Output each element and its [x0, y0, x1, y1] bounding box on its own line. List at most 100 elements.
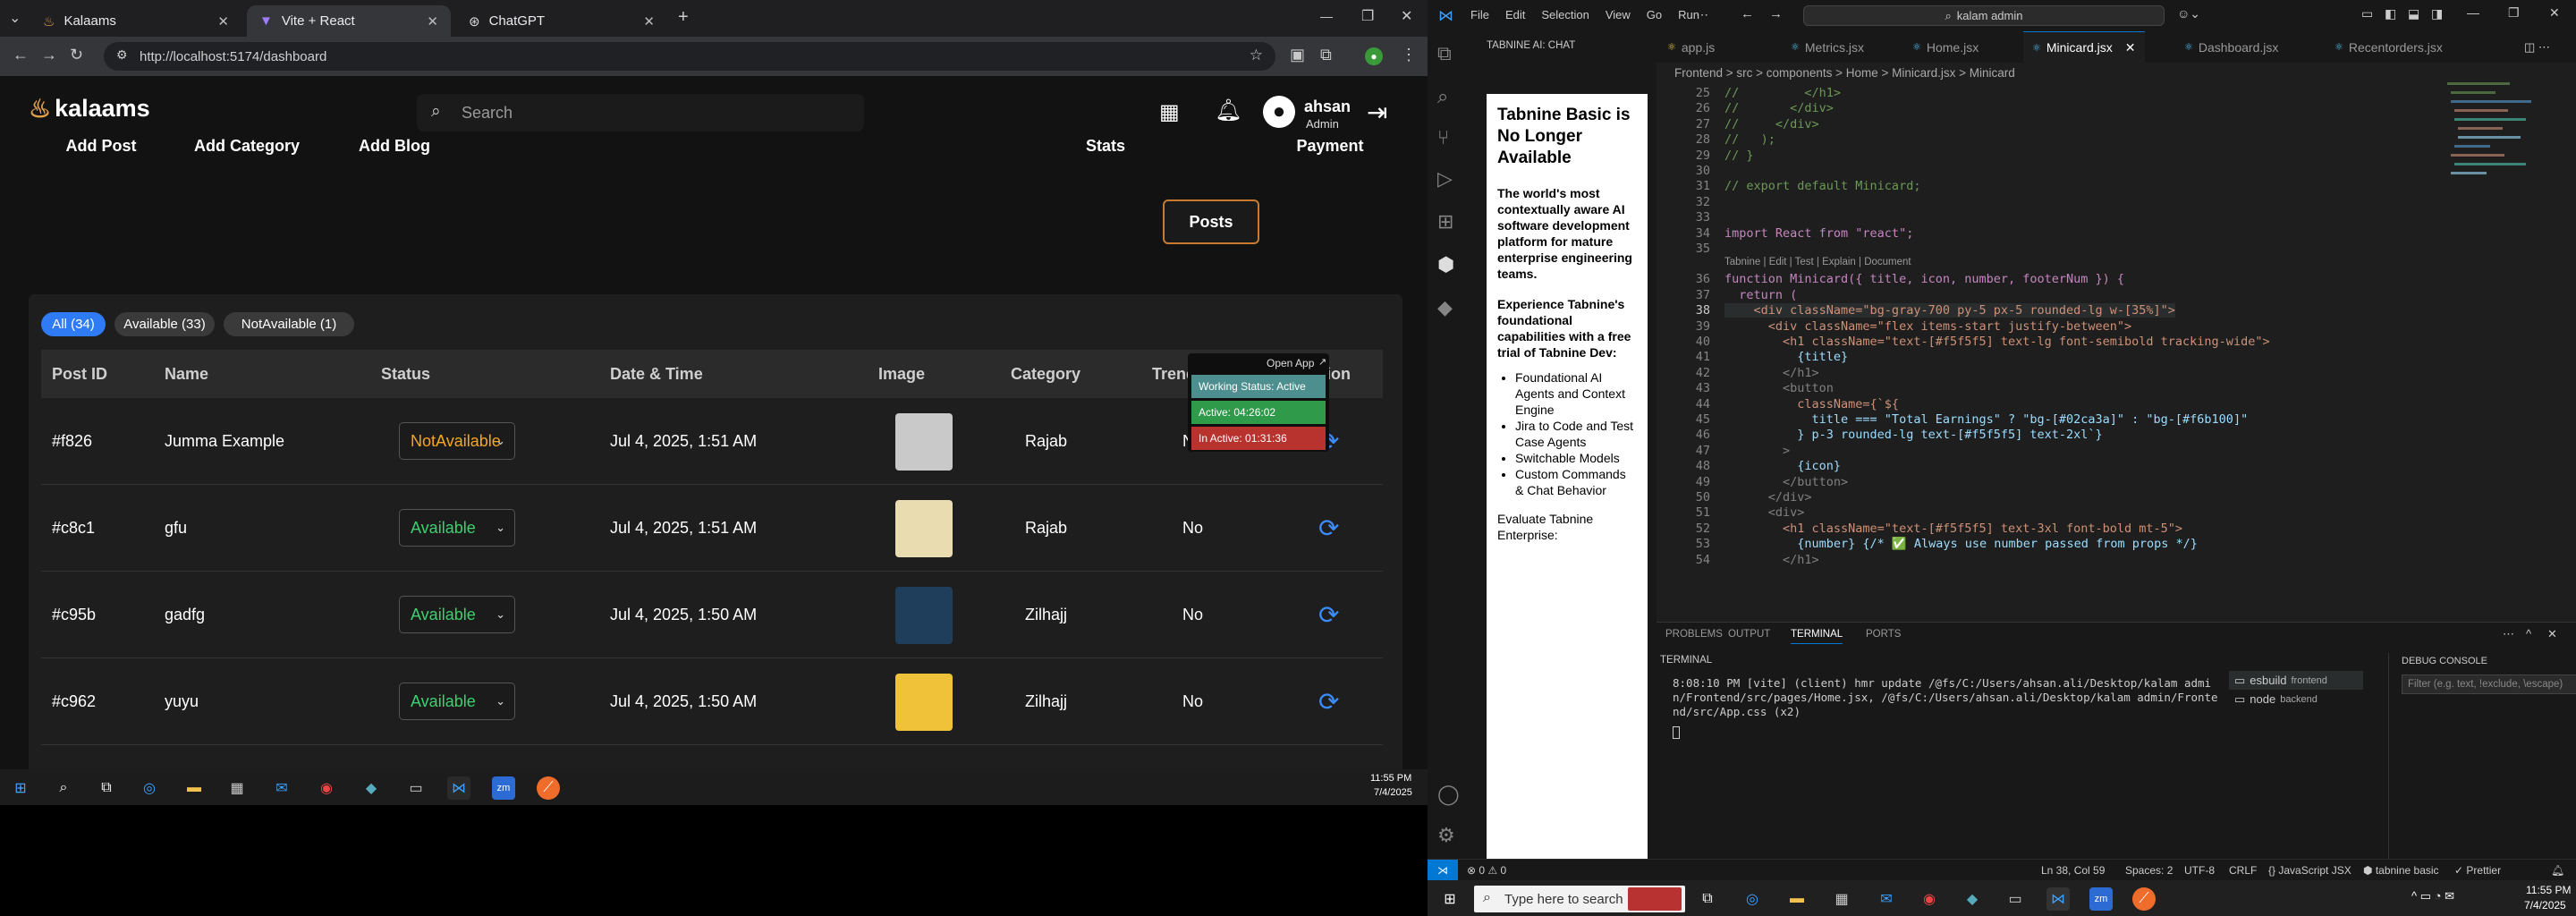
prettier-status[interactable]: ✓ Prettier — [2454, 864, 2501, 877]
task-view-icon[interactable]: ⧉ — [1696, 887, 1719, 911]
windows-start-icon[interactable]: ⊞ — [1438, 887, 1462, 911]
cursor-position[interactable]: Ln 38, Col 59 — [2041, 864, 2105, 877]
filter-all[interactable]: All (34) — [41, 312, 106, 336]
table-row[interactable]: #c8c1 gfu Available ⌄ Jul 4, 2025, 1:51 AM Ra… — [41, 485, 1383, 572]
panel-tab-ports[interactable]: PORTS — [1866, 629, 1901, 640]
problems-status[interactable]: ⊗ 0 ⚠ 0 — [1467, 864, 1506, 877]
col-post-id[interactable]: Post ID — [52, 365, 107, 384]
minimize-icon[interactable]: — — [1320, 9, 1333, 23]
bookmark-star-icon[interactable]: ☆ — [1250, 47, 1263, 64]
more-actions-icon[interactable]: ⋯ — [2503, 627, 2514, 641]
file-explorer-icon[interactable]: ▬ — [1785, 887, 1809, 911]
toggle-sidebar-icon[interactable]: ◧ — [2385, 6, 2396, 21]
menu-selection[interactable]: Selection — [1541, 8, 1589, 21]
menu-edit[interactable]: Edit — [1505, 8, 1525, 21]
col-image[interactable]: Image — [878, 365, 925, 384]
minimize-icon[interactable]: — — [2467, 5, 2479, 20]
add-category-button[interactable]: Add Category — [179, 123, 315, 168]
address-bar[interactable]: ⚙ http://localhost:5174/dashboard ☆ — [104, 42, 1275, 71]
refresh-icon[interactable]: ⟳ — [1318, 513, 1339, 543]
debug-filter-input[interactable]: Filter (e.g. text, !exclude, \escape) — [2402, 674, 2576, 694]
store-icon[interactable]: ▦ — [1830, 887, 1853, 911]
tab-kalaams[interactable]: ♨ Kalaams ✕ — [30, 5, 242, 37]
zoom-icon[interactable]: zm — [2089, 887, 2113, 911]
task-view-icon[interactable]: ⧉ — [95, 776, 118, 800]
close-tab-icon[interactable]: ✕ — [2125, 40, 2136, 55]
payment-button[interactable]: Payment — [1274, 123, 1386, 168]
tabnine-status[interactable]: ⬢ tabnine basic — [2363, 864, 2439, 877]
editor-tab[interactable]: ⚛ app.js — [1667, 31, 1715, 63]
extensions-icon[interactable]: ⊞ — [1437, 210, 1453, 233]
open-app-link[interactable]: Open App — [1267, 357, 1314, 369]
panel-tab-output[interactable]: OUTPUT — [1728, 629, 1770, 640]
forward-icon[interactable]: → — [41, 46, 57, 64]
chrome-icon[interactable]: ◉ — [1918, 887, 1941, 911]
col-name[interactable]: Name — [165, 365, 208, 384]
panel-tab-terminal[interactable]: TERMINAL — [1791, 629, 1843, 644]
refresh-icon[interactable]: ⟳ — [1318, 687, 1339, 717]
app-icon[interactable]: ◆ — [1961, 887, 1984, 911]
vscode-icon[interactable]: ⋈ — [2046, 887, 2070, 911]
extension-icon[interactable]: ▣ — [1290, 46, 1305, 64]
mail-icon[interactable]: ✉ — [1875, 887, 1898, 911]
chrome-icon[interactable]: ◉ — [315, 776, 338, 800]
status-select[interactable]: Available ⌄ — [399, 683, 515, 720]
explorer-icon[interactable]: ⧉ — [1437, 42, 1452, 65]
refresh-icon[interactable]: ⟳ — [1318, 600, 1339, 630]
extensions-puzzle-icon[interactable]: ⧉ — [1320, 46, 1332, 64]
status-select[interactable]: Available ⌄ — [399, 509, 515, 547]
source-control-icon[interactable]: ⑂ — [1437, 126, 1449, 149]
editor-tab[interactable]: ⚛ Minicard.jsx ✕ — [2023, 31, 2145, 63]
site-info-icon[interactable]: ⚙ — [116, 47, 128, 63]
code-editor[interactable]: 25 // </h1> 26 // </div> 27 // </div> 28 // ); 2… — [1657, 86, 2551, 617]
kalaams-logo[interactable]: ♨ kalaams — [29, 94, 150, 123]
table-row[interactable]: #c95b gadfg Available ⌄ Jul 4, 2025, 1:50 AM… — [41, 572, 1383, 658]
remote-icon[interactable]: ⋊ — [1428, 860, 1458, 881]
posts-button[interactable]: Posts — [1163, 199, 1259, 244]
breadcrumb[interactable]: Frontend > src > components > Home > Min… — [1657, 63, 2576, 82]
nav-forward-icon[interactable]: → — [1769, 6, 1783, 21]
add-post-button[interactable]: Add Post — [43, 123, 159, 168]
tab-chatgpt[interactable]: ⊛ ChatGPT ✕ — [456, 5, 667, 37]
col-category[interactable]: Category — [1011, 365, 1080, 384]
menu-file[interactable]: File — [1470, 8, 1489, 21]
settings-gear-icon[interactable]: ⚙ — [1437, 824, 1455, 847]
maximize-panel-icon[interactable]: ^ — [2526, 627, 2531, 640]
menu-view[interactable]: View — [1606, 8, 1631, 21]
windows-start-icon[interactable]: ⊞ — [9, 776, 32, 800]
more-menu-icon[interactable]: ⋯ — [1696, 7, 1708, 22]
app-icon[interactable]: ◆ — [360, 776, 383, 800]
tab-search-icon[interactable]: ⌄ — [9, 9, 21, 27]
edge-icon[interactable]: ◎ — [138, 776, 161, 800]
edge-icon[interactable]: ◎ — [1741, 887, 1764, 911]
filter-notavailable[interactable]: NotAvailable (1) — [224, 312, 354, 336]
search-input[interactable]: ⌕ Search — [417, 94, 864, 131]
copilot-icon[interactable]: ☺⌄ — [2177, 6, 2200, 21]
split-editor-icon[interactable]: ◫ ⋯ — [2524, 40, 2550, 55]
editor-tab[interactable]: ⚛ Dashboard.jsx — [2184, 31, 2278, 63]
taskbar-search-box[interactable]: ⌕ Type here to search — [1474, 886, 1685, 912]
taskbar-search-icon[interactable]: ⌕ — [52, 776, 75, 800]
close-window-icon[interactable]: ✕ — [2549, 5, 2560, 21]
run-debug-icon[interactable]: ▷ — [1437, 167, 1453, 191]
system-tray-icons[interactable]: ^ ▭ ◔ ✉ — [2411, 889, 2454, 903]
editor-tab[interactable]: ⚛ Home.jsx — [1912, 31, 1979, 63]
tabnine-icon[interactable]: ⬢ — [1437, 253, 1454, 276]
add-blog-button[interactable]: Add Blog — [335, 123, 454, 168]
close-panel-icon[interactable]: ✕ — [2547, 627, 2557, 641]
search-icon[interactable]: ⌕ — [1437, 85, 1448, 108]
indentation[interactable]: Spaces: 2 — [2125, 864, 2173, 877]
stats-button[interactable]: Stats — [1063, 123, 1148, 168]
table-row[interactable]: #f826 Jumma Example NotAvailable ⌄ Jul 4, 20… — [41, 398, 1383, 485]
maximize-icon[interactable]: ❐ — [1361, 7, 1374, 25]
grid-icon[interactable]: ▦ — [1159, 99, 1180, 125]
command-center-search[interactable]: ⌕ kalam admin — [1803, 5, 2165, 26]
codelens[interactable]: Tabnine | Edit | Test | Explain | Docume… — [1724, 257, 1911, 267]
postman-icon[interactable]: ⟋ — [2132, 887, 2156, 911]
back-icon[interactable]: ← — [13, 46, 29, 64]
col-date-time[interactable]: Date & Time — [610, 365, 703, 384]
profile-avatar[interactable]: ● — [1365, 47, 1383, 65]
terminal-item-node[interactable]: ▭ node backend — [2229, 690, 2363, 708]
file-explorer-icon[interactable]: ▬ — [182, 776, 206, 800]
menu-go[interactable]: Go — [1647, 8, 1662, 21]
